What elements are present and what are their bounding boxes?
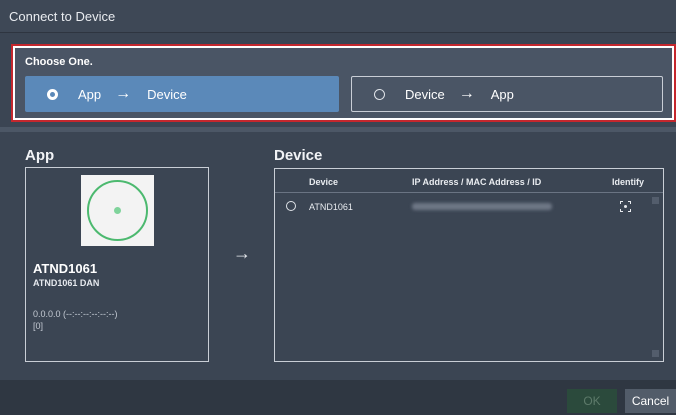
device-image <box>81 175 154 246</box>
title-bar: Connect to Device <box>0 0 676 33</box>
option-from-label: App <box>78 86 102 102</box>
transfer-arrow-icon: → <box>233 243 251 263</box>
option-to-label: Device <box>147 86 187 102</box>
row-device-name: ATND1061 <box>309 202 353 212</box>
table-row[interactable]: ATND1061 <box>275 198 663 216</box>
app-device-name: ATND1061 <box>33 261 98 276</box>
column-header-identify: Identify <box>612 177 645 187</box>
choose-one-panel: Choose One. App → Device Device → App <box>15 48 672 118</box>
choose-one-label: Choose One. <box>25 56 93 68</box>
row-radio-icon[interactable] <box>286 201 296 211</box>
app-ip-mac: 0.0.0.0 (--:--:--:--:--:--) <box>33 309 118 319</box>
table-header: Device IP Address / MAC Address / ID Ide… <box>275 169 663 193</box>
row-ip-mac-id-redacted <box>412 203 552 210</box>
app-device-id: [0] <box>33 321 44 331</box>
device-section-title: Device <box>274 147 323 164</box>
app-section-title: App <box>25 147 55 164</box>
arrow-right-icon: → <box>458 85 475 102</box>
device-led-icon <box>114 207 121 214</box>
option-app-to-device[interactable]: App → Device <box>25 76 339 112</box>
app-device-card: ATND1061 ATND1061 DAN 0.0.0.0 (--:--:--:… <box>25 167 209 362</box>
cancel-button[interactable]: Cancel <box>625 389 676 413</box>
section-divider <box>0 127 676 132</box>
option-from-label: Device <box>405 86 445 102</box>
scroll-down-button[interactable] <box>652 350 659 357</box>
ok-button[interactable]: OK <box>567 389 617 413</box>
option-device-to-app[interactable]: Device → App <box>351 76 663 112</box>
option-to-label: App <box>490 86 514 102</box>
dialog-footer: OK Cancel <box>0 380 676 415</box>
radio-selected-icon[interactable] <box>47 88 58 100</box>
radio-unselected-icon[interactable] <box>374 88 385 100</box>
arrow-right-icon: → <box>115 85 132 102</box>
identify-icon[interactable] <box>620 201 631 212</box>
scroll-up-button[interactable] <box>652 197 659 204</box>
column-header-ip: IP Address / MAC Address / ID <box>412 177 542 187</box>
choose-one-section: Choose One. App → Device Device → App <box>11 44 676 122</box>
column-header-device: Device <box>309 177 339 187</box>
device-table: Device IP Address / MAC Address / ID Ide… <box>274 168 664 362</box>
window-title: Connect to Device <box>9 9 116 24</box>
app-device-subtitle: ATND1061 DAN <box>33 278 100 288</box>
